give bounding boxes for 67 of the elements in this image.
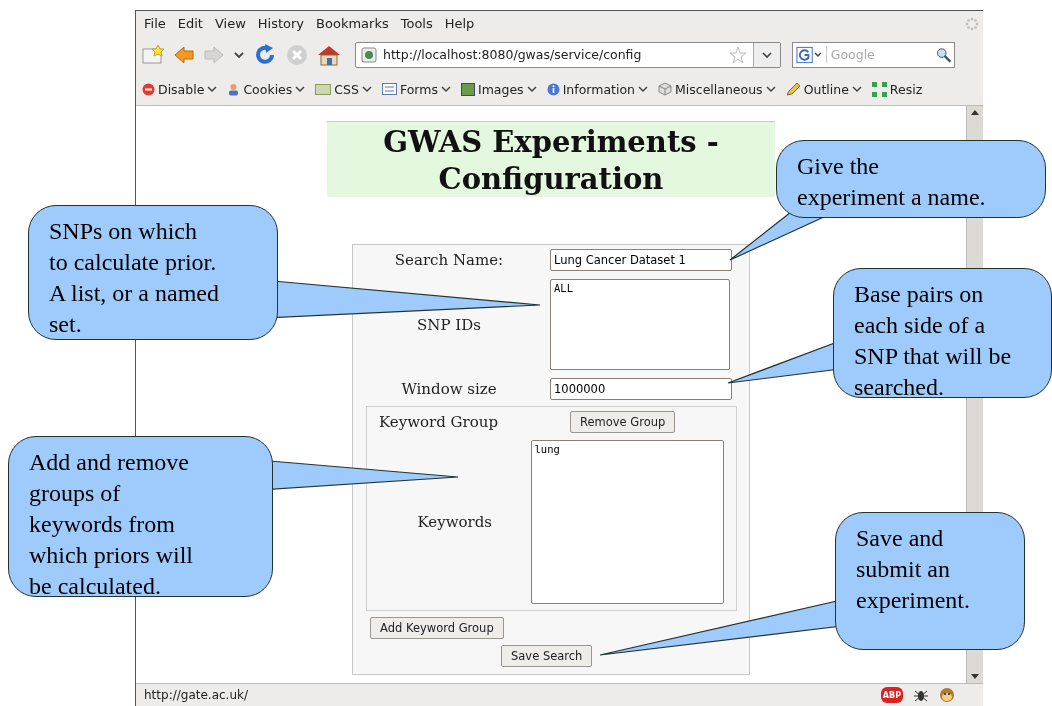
toolbar-menu[interactable]: Images [460, 81, 537, 97]
address-field[interactable]: http://localhost:8080/gwas/service/config [355, 41, 781, 68]
toolbar-menu[interactable]: Cookies [227, 81, 306, 97]
keywords-field[interactable]: lung [530, 440, 724, 604]
pencil-icon [785, 82, 801, 96]
toolbar-menu[interactable]: CSS [315, 81, 372, 97]
toolbar-menu[interactable]: Miscellaneous [658, 81, 776, 97]
bookmark-star-icon[interactable] [141, 43, 165, 66]
page-icon [361, 46, 377, 63]
menu-item[interactable]: Bookmarks [312, 16, 397, 31]
toolbar-menu[interactable]: Outline [785, 81, 862, 97]
caret-icon [765, 85, 776, 93]
field-label: Keywords [416, 513, 493, 531]
toolbar-menu[interactable]: Disable [142, 81, 218, 97]
monkey-icon[interactable] [939, 687, 955, 703]
person-icon [227, 82, 241, 96]
reload-icon[interactable] [253, 42, 277, 67]
callout: Base pairs on each side of a SNP that will be searched. [833, 268, 1052, 398]
callout: SNPs on which to calculate prior. A list, or a named set. [28, 205, 278, 340]
resize-icon [871, 81, 887, 97]
caret-icon [361, 85, 372, 93]
field-label: SNP IDs [416, 315, 482, 334]
page-title: GWAS Experiments - Configuration [327, 121, 775, 197]
group-title: Keyword Group [379, 413, 499, 431]
search-engine-icon[interactable] [796, 45, 823, 64]
snp-ids-field[interactable]: ALL [550, 279, 730, 370]
caret-icon [851, 85, 862, 93]
info-icon [546, 82, 560, 96]
caret-icon [526, 85, 537, 93]
menu-item[interactable]: File [140, 16, 174, 31]
caret-icon [761, 49, 773, 60]
window-size-field[interactable]: 1000000 [550, 378, 732, 400]
status-text: http://gate.ac.uk/ [144, 688, 248, 702]
remove-group-button[interactable]: Remove Group [570, 411, 676, 433]
caret-icon [207, 85, 218, 93]
menu-item[interactable]: Edit [173, 16, 211, 31]
form-icon [381, 83, 397, 95]
add-keyword-group-button[interactable]: Add Keyword Group [370, 617, 504, 639]
throbber-icon [965, 16, 979, 31]
css-icon [315, 83, 332, 95]
menu-item[interactable]: History [253, 16, 313, 31]
field-label: Search Name: [393, 251, 505, 269]
toolbar-menu[interactable]: Forms [381, 81, 451, 97]
adblock-icon[interactable]: ABP [880, 687, 903, 703]
caret-icon [440, 85, 451, 93]
search-name-field[interactable]: Lung Cancer Dataset 1 [550, 249, 732, 271]
star-icon[interactable] [729, 45, 747, 64]
menu-item[interactable]: Help [440, 16, 483, 31]
caret-icon [638, 85, 648, 93]
cube-icon [658, 82, 672, 96]
callout: Save and submit an experiment. [835, 512, 1025, 650]
home-icon[interactable] [317, 43, 341, 66]
menu-item[interactable]: View [210, 16, 254, 31]
caret-icon [295, 85, 306, 93]
search-field[interactable]: Google [792, 41, 955, 68]
search-icon[interactable] [935, 46, 951, 63]
image-icon [460, 82, 475, 96]
save-search-button[interactable]: Save Search [501, 645, 593, 667]
no-entry-icon [142, 82, 155, 96]
back-arrow-icon[interactable] [173, 44, 195, 65]
field-label: Window size [400, 380, 498, 398]
caret-icon[interactable] [233, 49, 245, 60]
toolbar-menu[interactable]: Information [546, 81, 648, 97]
toolbar-menu[interactable]: Resiz [871, 81, 923, 97]
callout: Add and remove groups of keywords from which priors will be calculated. [8, 436, 273, 597]
menu-item[interactable]: Tools [396, 16, 441, 31]
dropdown-button[interactable] [753, 42, 780, 67]
